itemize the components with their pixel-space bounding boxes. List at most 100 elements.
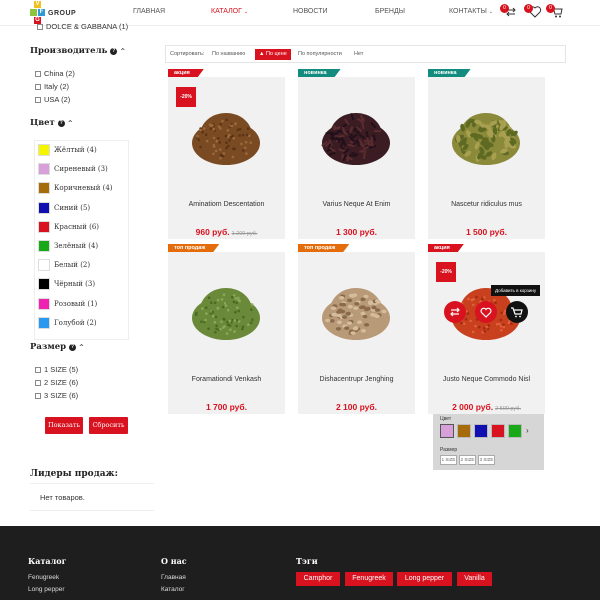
compare-button[interactable]: 0 xyxy=(500,4,518,19)
filter-color-title[interactable]: Цвет ? ^ xyxy=(30,118,73,128)
product-name[interactable]: Varius Neque At Enim xyxy=(298,201,415,208)
variant-color-swatch[interactable] xyxy=(491,424,505,438)
filter-size-option[interactable]: 2 SIZE (6) xyxy=(35,378,78,387)
wishlist-button[interactable]: 0 xyxy=(524,4,542,19)
sort-none[interactable]: Нет xyxy=(354,51,363,57)
filter-color-option[interactable]: Сиреневый (3) xyxy=(38,163,108,176)
add-to-cart-button[interactable] xyxy=(506,301,528,323)
filter-size-title[interactable]: Размер ? ^ xyxy=(30,342,84,352)
color-swatch[interactable] xyxy=(38,297,50,310)
footer-link[interactable]: Главная xyxy=(161,574,186,581)
chevron-right-icon[interactable]: › xyxy=(526,426,529,435)
chevron-down-icon: ⌄ xyxy=(488,9,493,15)
reset-button[interactable]: Сбросить xyxy=(89,417,128,434)
product-name[interactable]: Dishacentrupr Jenghing xyxy=(298,376,415,383)
filter-color-option[interactable]: Чёрный (3) xyxy=(38,278,95,291)
wishlist-count-badge: 0 xyxy=(524,4,533,13)
product-image-wrap[interactable] xyxy=(446,95,526,175)
filter-manufacturer-option[interactable]: China (2) xyxy=(35,69,75,78)
filter-brand-option[interactable]: DOLCE & GABBANA (1) xyxy=(37,22,128,31)
variant-color-swatch[interactable] xyxy=(440,424,454,438)
nav-contacts[interactable]: КОНТАКТЫ ⌄ xyxy=(449,8,493,15)
filter-color-option[interactable]: Коричневый (4) xyxy=(38,182,113,195)
sort-by-popularity[interactable]: По популярности xyxy=(298,51,342,57)
filter-color-option[interactable]: Жёлтый (4) xyxy=(38,144,97,156)
color-swatch[interactable] xyxy=(38,182,50,195)
filter-manufacturer-option[interactable]: Italy (2) xyxy=(35,82,69,91)
nav-news[interactable]: НОВОСТИ xyxy=(293,8,328,15)
footer-link[interactable]: Long pepper xyxy=(28,586,65,593)
product-card[interactable]: топ продаж Foramationdi Venkash 1 700 руб. xyxy=(168,252,285,414)
variant-size-option[interactable]: 3 SIZE xyxy=(478,455,495,465)
tag-link[interactable]: Vanilla xyxy=(457,572,492,586)
color-swatch[interactable] xyxy=(38,201,50,214)
variant-size-option[interactable]: 2 SIZE xyxy=(459,455,476,465)
sort-by-name[interactable]: По названию xyxy=(212,51,245,57)
filter-color-option[interactable]: Синий (5) xyxy=(38,201,91,214)
product-badge: акция xyxy=(168,69,204,77)
variant-color-swatch[interactable] xyxy=(457,424,471,438)
nav-catalog[interactable]: КАТАЛОГ ⌄ xyxy=(211,8,248,15)
product-card[interactable]: новинка Nascetur ridiculus mus 1 500 руб. xyxy=(428,77,545,239)
help-icon[interactable]: ? xyxy=(110,48,118,55)
checkbox[interactable] xyxy=(35,379,41,386)
checkbox[interactable] xyxy=(35,96,41,103)
tag-link[interactable]: Camphor xyxy=(296,572,340,586)
color-swatch[interactable] xyxy=(38,163,50,176)
filter-size-option[interactable]: 3 SIZE (6) xyxy=(35,391,78,400)
nav-home[interactable]: ГЛАВНАЯ xyxy=(133,8,165,15)
product-name[interactable]: Aminatiom Descentation xyxy=(168,201,285,208)
filter-size-option[interactable]: 1 SIZE (5) xyxy=(35,365,78,374)
filter-color-option[interactable]: Красный (6) xyxy=(38,220,99,233)
compare-action-button[interactable] xyxy=(444,301,466,323)
wishlist-action-button[interactable] xyxy=(475,301,497,323)
filter-color-option[interactable]: Зелёный (4) xyxy=(38,240,98,252)
product-price-row: 2 100 руб. xyxy=(298,397,415,415)
product-image-wrap[interactable] xyxy=(316,270,396,350)
color-swatch[interactable] xyxy=(38,259,50,272)
filter-manufacturer-title[interactable]: Производитель ? ^ xyxy=(30,46,125,56)
product-image-wrap[interactable] xyxy=(316,95,396,175)
tag-link[interactable]: Fenugreek xyxy=(345,572,393,586)
show-button[interactable]: Показать xyxy=(45,417,83,434)
tag-link[interactable]: Long pepper xyxy=(397,572,452,586)
filter-color-option[interactable]: Белый (2) xyxy=(38,259,90,272)
color-swatch[interactable] xyxy=(38,240,50,252)
checkbox[interactable] xyxy=(35,392,41,399)
color-swatch[interactable] xyxy=(38,144,50,156)
nav-brands[interactable]: БРЕНДЫ xyxy=(375,8,405,15)
color-option-label: Зелёный (4) xyxy=(54,242,99,250)
variant-size-label: Размер xyxy=(440,447,458,453)
filter-color-option[interactable]: Розовый (1) xyxy=(38,297,97,310)
product-card[interactable]: новинка Varius Neque At Enim 1 300 руб. xyxy=(298,77,415,239)
cart-button[interactable]: 0 xyxy=(546,4,564,19)
checkbox[interactable] xyxy=(37,23,43,30)
variant-size-option[interactable]: 1 SIZE xyxy=(440,455,457,465)
color-option-label: Синий (5) xyxy=(54,203,91,212)
product-name[interactable]: Nascetur ridiculus mus xyxy=(428,201,545,208)
product-card[interactable]: акция -20% Aminatiom Descentation 960 руб. 1… xyxy=(168,77,285,239)
checkbox[interactable] xyxy=(35,70,41,77)
variant-color-swatch[interactable] xyxy=(474,424,488,438)
variant-color-swatch[interactable] xyxy=(508,424,522,438)
footer-tags-title: Тэги xyxy=(296,556,318,566)
filter-color-option[interactable]: Голубой (2) xyxy=(38,316,97,329)
product-name[interactable]: Justo Neque Commodo Nisl xyxy=(428,376,545,383)
product-card[interactable]: акция -20% Justo Neque Commodo Nisl 2 000 р… xyxy=(428,252,545,414)
product-card[interactable]: топ продаж Dishacentrupr Jenghing 2 100 ру… xyxy=(298,252,415,414)
checkbox[interactable] xyxy=(35,366,41,373)
footer-link[interactable]: Fenugreek xyxy=(28,574,59,581)
product-image-wrap[interactable] xyxy=(186,270,266,350)
checkbox[interactable] xyxy=(35,83,41,90)
help-icon[interactable]: ? xyxy=(69,344,77,351)
sort-by-price[interactable]: ▲ По цене xyxy=(255,49,291,60)
color-swatch[interactable] xyxy=(38,316,50,329)
color-swatch[interactable] xyxy=(38,278,50,291)
product-name[interactable]: Foramationdi Venkash xyxy=(168,376,285,383)
product-image-wrap[interactable] xyxy=(186,95,266,175)
filter-manufacturer-option[interactable]: USA (2) xyxy=(35,95,70,104)
footer-link[interactable]: Каталог xyxy=(161,586,185,593)
help-icon[interactable]: ? xyxy=(57,120,65,127)
color-swatch[interactable] xyxy=(38,220,50,233)
color-option-label: Коричневый (4) xyxy=(54,184,113,193)
